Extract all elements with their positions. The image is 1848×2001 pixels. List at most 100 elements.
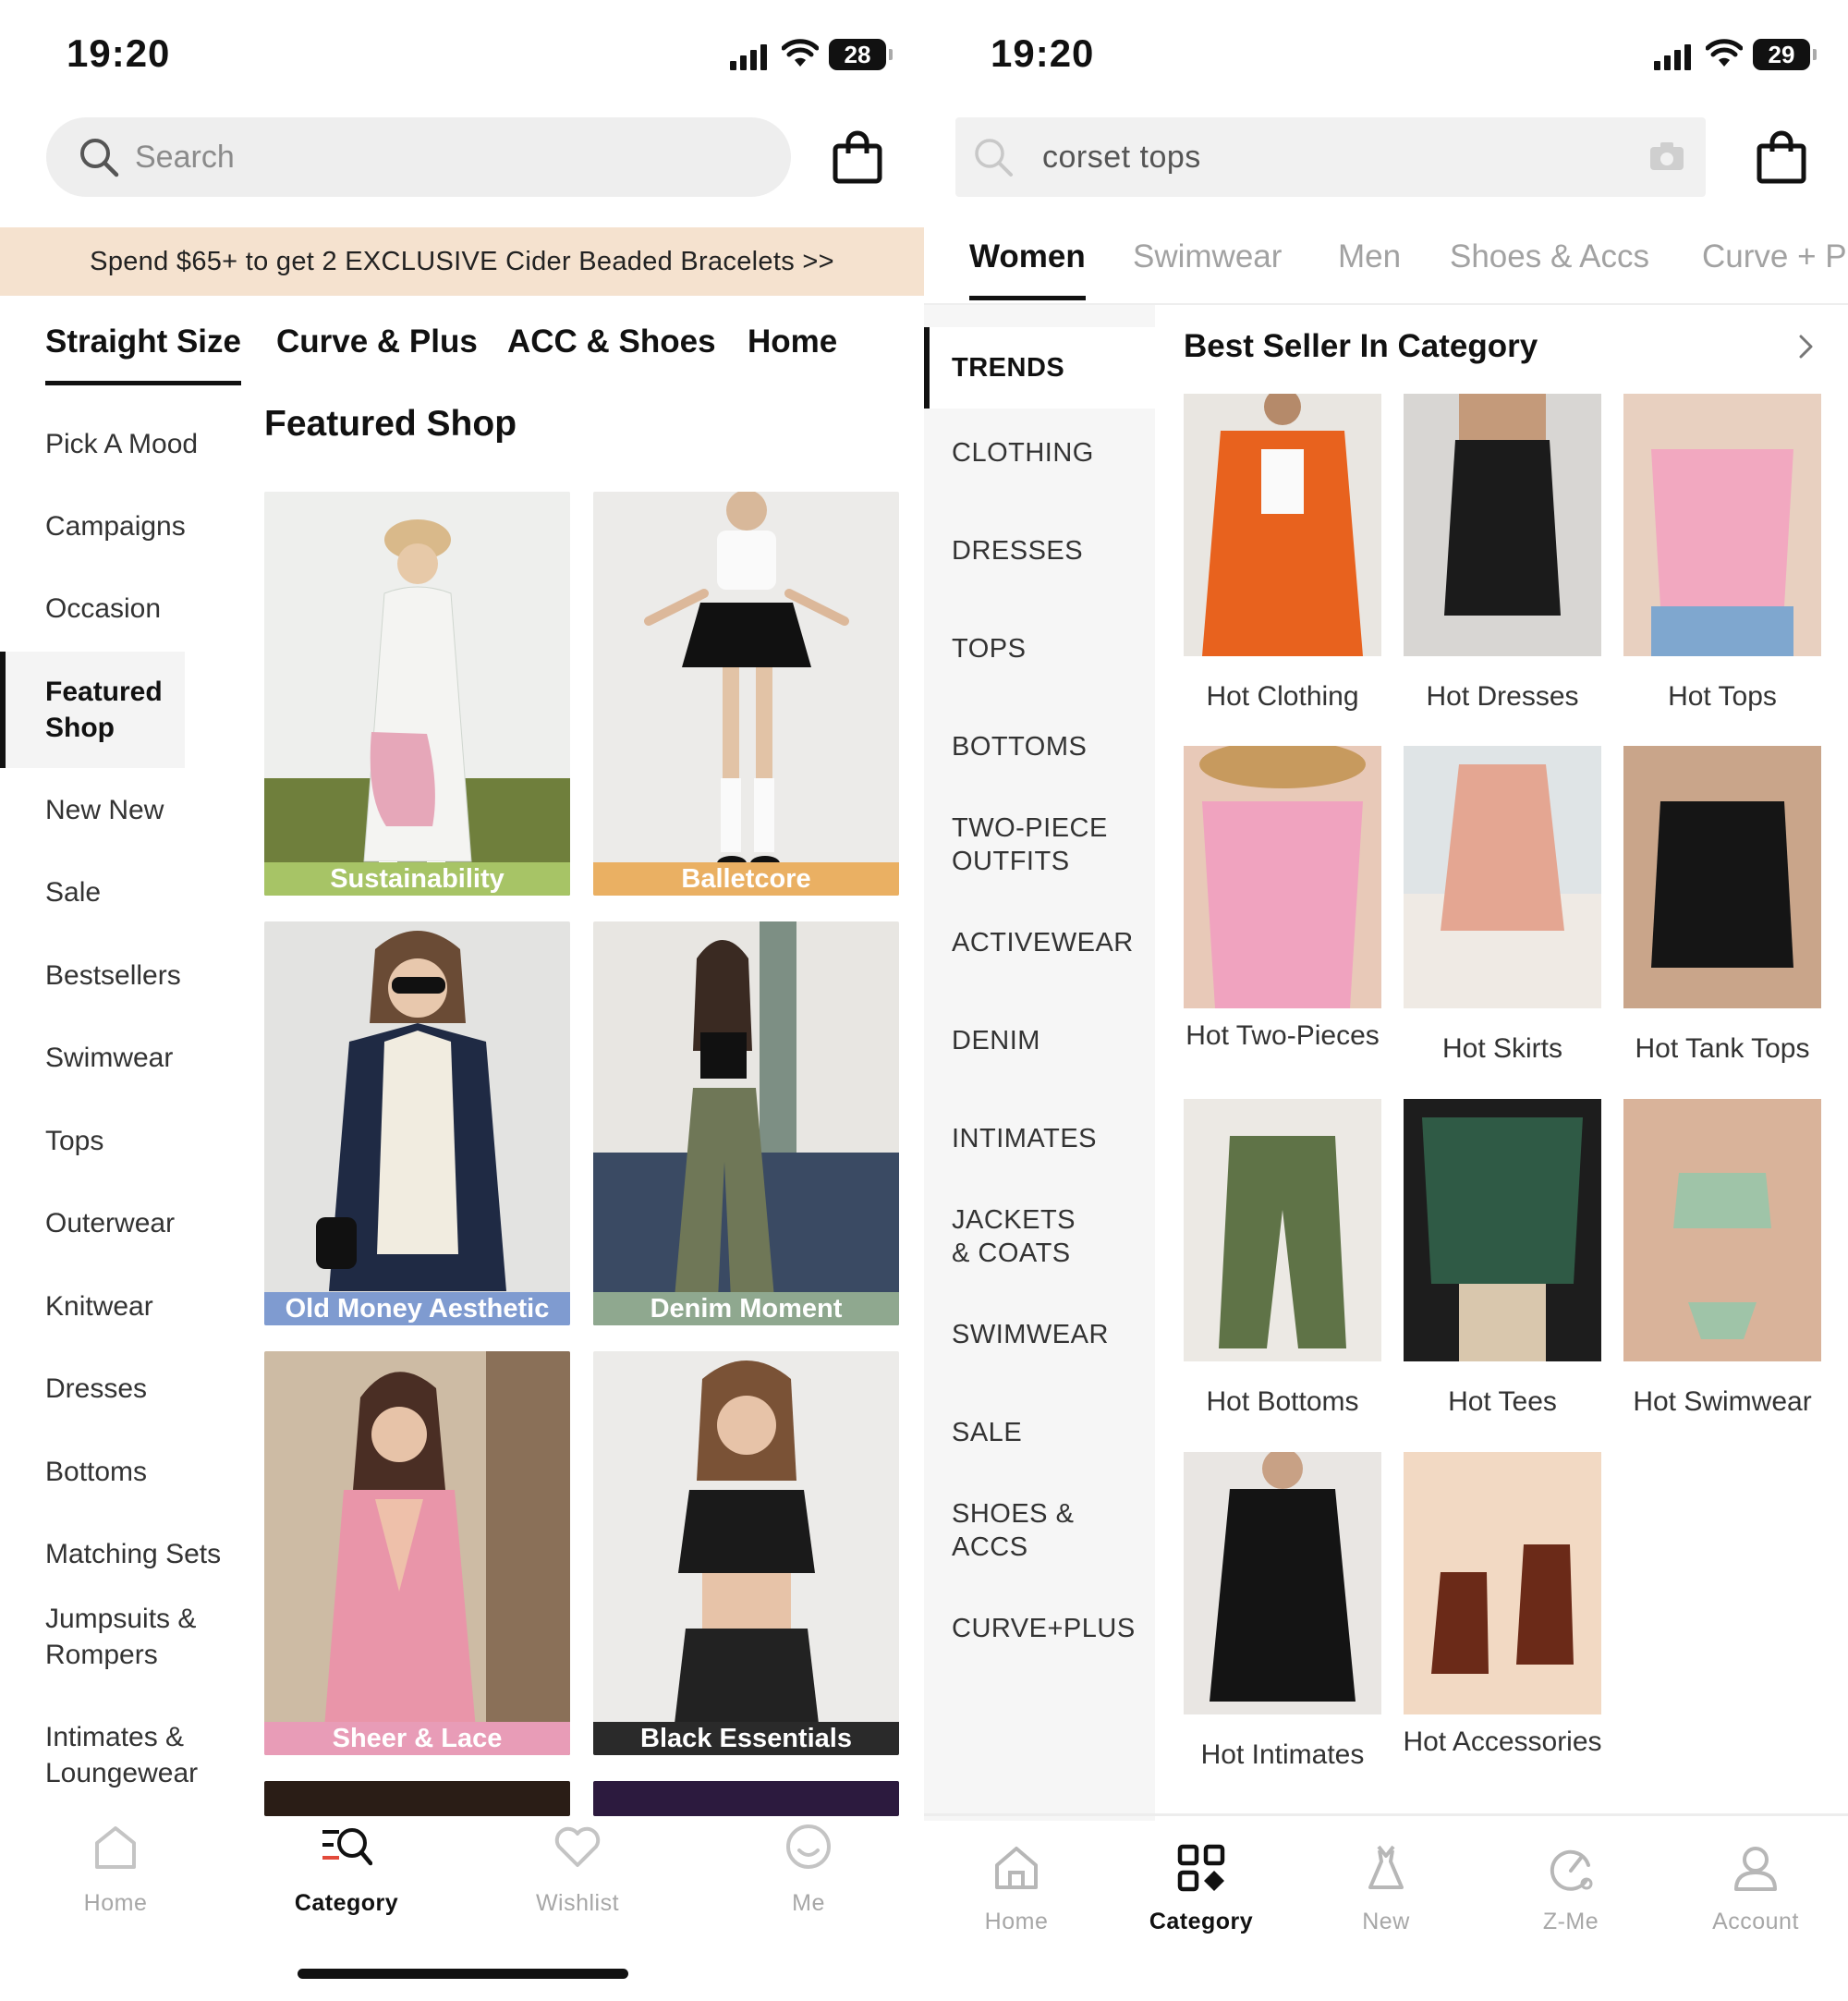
sidebar-item-clothing[interactable]: CLOTHING [924,436,1155,470]
sidebar-item-occasion[interactable]: Occasion [0,591,246,627]
tab-straight-size[interactable]: Straight Size [45,323,241,385]
sidebar-item-dresses[interactable]: DRESSES [924,534,1155,567]
tab-men[interactable]: Men [1338,238,1401,275]
category-image [1184,1448,1381,1714]
tile-black-essentials[interactable]: Black Essentials [593,1351,899,1755]
sidebar-item-two-piece-outfits[interactable]: TWO-PIECE OUTFITS [924,811,1109,878]
tab-bar-category[interactable]: Category [273,1821,420,1917]
dress-icon [1368,1845,1404,1889]
status-time: 19:20 [67,31,171,75]
category-hot-bottoms[interactable]: Hot Bottoms [1184,1099,1381,1417]
category-hot-tank-tops[interactable]: Hot Tank Tops [1623,746,1821,1064]
model-image [593,1351,899,1755]
shopping-bag-icon[interactable] [1756,129,1807,185]
tile-label: Sheer & Lace [264,1722,570,1755]
tab-bar-new[interactable]: New [1294,1843,1478,1935]
tile-partial[interactable] [264,1781,570,1816]
gender-tabs: Women Swimwear Men Shoes & Accs Curve + … [924,227,1848,305]
tab-bar-wishlist[interactable]: Wishlist [504,1821,651,1917]
shopping-bag-icon[interactable] [832,129,883,185]
sidebar-item-tops[interactable]: TOPS [924,632,1155,665]
category-hot-clothing[interactable]: Hot Clothing [1184,388,1381,712]
sidebar-item-curve-plus[interactable]: CURVE+PLUS [924,1612,1155,1645]
category-hot-dresses[interactable]: Hot Dresses [1404,394,1601,712]
sidebar-item-intimates[interactable]: INTIMATES [924,1122,1155,1155]
divider [924,1813,1848,1816]
search-input[interactable]: corset tops [955,117,1706,197]
gauge-icon [1550,1849,1593,1891]
tab-shoes-accs[interactable]: Shoes & Accs [1450,238,1649,275]
sidebar-item-pick-a-mood[interactable]: Pick A Mood [0,426,246,462]
promo-banner[interactable]: Spend $65+ to get 2 EXCLUSIVE Cider Bead… [0,227,924,296]
sidebar-item-knitwear[interactable]: Knitwear [0,1288,246,1324]
category-hot-swimwear[interactable]: Hot Swimwear [1623,1099,1821,1417]
sidebar-item-sale[interactable]: Sale [0,874,246,910]
tile-old-money-aesthetic[interactable]: Old Money Aesthetic [264,921,570,1325]
tab-curve-plus[interactable]: Curve & Plus [276,323,478,360]
sidebar-item-trends[interactable]: TRENDS [924,327,1155,409]
tile-sheer-lace[interactable]: Sheer & Lace [264,1351,570,1755]
sidebar-item-bottoms[interactable]: Bottoms [0,1454,246,1490]
home-icon [95,1826,136,1869]
sidebar-item-intimates-loungewear[interactable]: Intimates & Loungewear [0,1719,222,1791]
category-hot-skirts[interactable]: Hot Skirts [1404,746,1601,1064]
category-hot-accessories[interactable]: Hot Accessories [1403,1452,1602,1757]
sidebar-item-denim[interactable]: DENIM [924,1024,1155,1057]
sidebar-item-bottoms[interactable]: BOTTOMS [924,730,1155,763]
category-label: Hot Dresses [1426,681,1579,712]
category-hot-intimates[interactable]: Hot Intimates [1184,1448,1381,1770]
sidebar-item-swimwear[interactable]: SWIMWEAR [924,1318,1155,1351]
section-title: Best Seller In Category [1184,328,1538,364]
sidebar-item-swimwear[interactable]: Swimwear [0,1040,246,1076]
sidebar-item-jackets-coats[interactable]: JACKETS & COATS [924,1203,1100,1270]
sidebar-item-campaigns[interactable]: Campaigns [0,508,246,544]
sidebar-item-dresses[interactable]: Dresses [0,1371,246,1407]
sidebar-item-activewear[interactable]: ACTIVEWEAR [924,926,1155,959]
tab-bar-me[interactable]: Me [735,1821,882,1917]
battery-icon: 29 [1753,39,1817,70]
category-hot-tees[interactable]: Hot Tees [1404,1099,1601,1417]
tab-bar-home[interactable]: Home [42,1821,189,1917]
search-placeholder: Search [135,140,235,175]
category-tabs: Straight Size Curve & Plus ACC & Shoes H… [0,314,924,388]
category-label: Hot Accessories [1403,1726,1602,1757]
tile-partial[interactable] [593,1781,899,1816]
tile-label: Sustainability [264,862,570,896]
tab-bar-z-me[interactable]: Z-Me [1478,1843,1663,1935]
sidebar-item-sale[interactable]: SALE [924,1416,1155,1449]
sidebar-item-matching-sets[interactable]: Matching Sets [0,1536,246,1572]
tab-bar-account[interactable]: Account [1663,1843,1848,1935]
tab-bar-category[interactable]: Category [1109,1843,1294,1935]
tab-bar-label: Wishlist [535,1890,620,1916]
search-input[interactable]: Search [46,117,791,197]
category-hot-two-pieces[interactable]: Hot Two-Pieces [1184,740,1381,1051]
section-title: Featured Shop [264,404,517,444]
category-label: Hot Tees [1448,1386,1557,1417]
category-label: Hot Intimates [1200,1739,1365,1770]
tab-curve-plus[interactable]: Curve + Pl [1702,238,1848,275]
tab-acc-shoes[interactable]: ACC & Shoes [507,323,716,360]
tile-balletcore[interactable]: Balletcore [593,492,899,896]
camera-icon[interactable] [1648,140,1685,172]
sidebar-item-new-new[interactable]: New New [0,792,246,828]
tab-home[interactable]: Home [748,323,837,360]
chevron-right-icon[interactable] [1796,331,1817,362]
tab-swimwear[interactable]: Swimwear [1133,238,1282,275]
tab-bar-home[interactable]: Home [924,1843,1109,1935]
tile-denim-moment[interactable]: Denim Moment [593,921,899,1325]
sidebar-item-shoes-accs[interactable]: SHOES & ACCS [924,1497,1090,1564]
sidebar-item-jumpsuits-rompers[interactable]: Jumpsuits & Rompers [0,1601,222,1673]
category-hot-tops[interactable]: Hot Tops [1623,394,1821,712]
sidebar-item-bestsellers[interactable]: Bestsellers [0,958,246,994]
tile-sustainability[interactable]: Sustainability [264,492,570,896]
tab-women[interactable]: Women [969,238,1086,300]
status-time: 19:20 [991,31,1095,75]
sidebar-item-featured-shop[interactable]: Featured Shop [0,652,185,768]
category-image [1404,394,1601,656]
model-image [593,921,899,1325]
wifi-icon [1706,39,1743,67]
bottom-tab-bar: Home Category Wishlist Me [0,1821,924,1922]
sidebar-item-outerwear[interactable]: Outerwear [0,1205,246,1241]
sidebar-item-tops[interactable]: Tops [0,1123,246,1159]
category-image [1184,1099,1381,1361]
